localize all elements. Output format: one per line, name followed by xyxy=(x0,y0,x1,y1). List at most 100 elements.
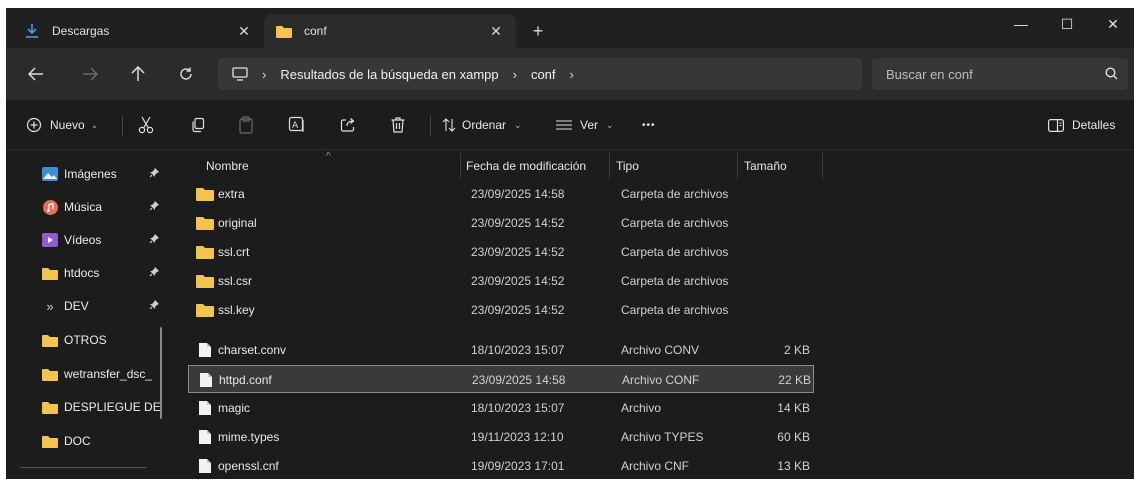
close-window-button[interactable]: ✕ xyxy=(1090,8,1134,40)
sidebar-divider xyxy=(20,467,146,468)
cut-button[interactable] xyxy=(138,113,154,137)
rename-icon: A xyxy=(288,116,304,132)
refresh-icon xyxy=(180,67,192,80)
new-tab-button[interactable]: + xyxy=(528,22,548,40)
file-date: 23/09/2025 14:58 xyxy=(472,373,566,387)
file-name: charset.conv xyxy=(218,343,287,357)
arrow-up-icon xyxy=(131,66,145,81)
navigation-pane: Imágenes Música Vídeos htdocs » DEV OTRO… xyxy=(6,151,172,479)
videos-icon xyxy=(42,233,58,247)
folder-icon xyxy=(196,273,214,289)
file-size xyxy=(744,180,814,208)
file-type: Archivo CONV xyxy=(621,343,700,357)
file-type: Carpeta de archivos xyxy=(621,303,729,317)
file-icon xyxy=(196,400,214,416)
search-input[interactable]: Buscar en conf xyxy=(872,58,1128,90)
tab-bar: Descargas ✕ conf ✕ + — ☐ ✕ xyxy=(6,8,1134,48)
tab-conf[interactable]: conf ✕ xyxy=(264,14,516,48)
sidebar-item-wetransfer[interactable]: wetransfer_dsc_ xyxy=(42,361,164,387)
list-item[interactable]: ssl.key 23/09/2025 14:52 Carpeta de arch… xyxy=(188,296,814,324)
tab-close-button[interactable]: ✕ xyxy=(488,23,504,40)
sort-button[interactable]: Ordenar ⌄ xyxy=(442,113,522,137)
breadcrumb-search-results[interactable]: Resultados de la búsqueda en xampp xyxy=(280,67,498,82)
delete-button[interactable] xyxy=(390,113,406,137)
file-date: 23/09/2025 14:52 xyxy=(471,274,565,288)
search-placeholder: Buscar en conf xyxy=(886,66,973,82)
breadcrumb-conf[interactable]: conf xyxy=(531,67,556,82)
refresh-button[interactable] xyxy=(172,62,200,86)
folder-icon xyxy=(42,266,58,280)
list-item[interactable]: extra 23/09/2025 14:58 Carpeta de archiv… xyxy=(188,180,814,208)
file-size xyxy=(744,267,814,295)
sidebar-item-imagenes[interactable]: Imágenes xyxy=(42,161,164,187)
list-item[interactable]: openssl.cnf 19/09/2023 17:01 Archivo CNF… xyxy=(188,452,814,479)
view-button[interactable]: Ver ⌄ xyxy=(556,113,614,137)
file-date: 19/11/2023 12:10 xyxy=(471,430,564,444)
sidebar-item-dev[interactable]: » DEV xyxy=(42,293,164,319)
column-divider[interactable] xyxy=(822,153,823,179)
maximize-button[interactable]: ☐ xyxy=(1044,8,1090,40)
sidebar-item-label: DESPLIEGUE DE xyxy=(64,400,161,414)
address-field[interactable]: › Resultados de la búsqueda en xampp › c… xyxy=(218,58,862,90)
pin-icon xyxy=(149,266,160,280)
file-date: 19/09/2023 17:01 xyxy=(471,459,565,473)
forward-button[interactable] xyxy=(76,62,104,86)
column-divider[interactable] xyxy=(460,153,461,179)
sidebar-scrollbar[interactable] xyxy=(160,327,162,419)
chevron-right-icon[interactable]: › xyxy=(513,67,517,82)
sidebar-item-musica[interactable]: Música xyxy=(42,194,164,220)
file-type: Carpeta de archivos xyxy=(621,274,729,288)
share-button[interactable] xyxy=(340,113,356,137)
file-name: extra xyxy=(218,187,245,201)
list-item[interactable]: charset.conv 18/10/2023 15:07 Archivo CO… xyxy=(188,336,814,364)
file-name: ssl.csr xyxy=(218,274,252,288)
music-icon xyxy=(42,199,58,215)
sidebar-item-doc[interactable]: DOC xyxy=(42,428,164,454)
file-icon xyxy=(197,372,215,388)
list-item[interactable]: magic 18/10/2023 15:07 Archivo 14 KB xyxy=(188,394,814,422)
list-item[interactable]: ssl.crt 23/09/2025 14:52 Carpeta de arch… xyxy=(188,238,814,266)
minimize-button[interactable]: — xyxy=(998,8,1044,40)
sidebar-item-videos[interactable]: Vídeos xyxy=(42,227,164,253)
sort-label: Ordenar xyxy=(462,118,507,132)
details-button[interactable]: Detalles xyxy=(1048,113,1115,137)
file-icon xyxy=(196,342,214,358)
file-name: ssl.crt xyxy=(218,245,250,259)
sidebar-item-despliegue[interactable]: DESPLIEGUE DE xyxy=(42,394,164,420)
paste-icon xyxy=(239,116,253,134)
sidebar-item-otros[interactable]: OTROS xyxy=(42,327,164,353)
column-divider[interactable] xyxy=(609,153,610,179)
details-pane-icon xyxy=(1048,118,1064,132)
list-item-selected[interactable]: httpd.conf 23/09/2025 14:58 Archivo CONF… xyxy=(188,365,814,393)
folder-icon xyxy=(196,215,214,231)
list-item[interactable]: original 23/09/2025 14:52 Carpeta de arc… xyxy=(188,209,814,237)
rename-button[interactable]: A xyxy=(288,113,306,137)
chevron-right-icon[interactable]: › xyxy=(570,67,574,82)
file-size: 2 KB xyxy=(783,343,810,357)
file-size: 22 KB xyxy=(778,373,811,387)
file-type: Archivo CNF xyxy=(621,459,690,473)
new-button[interactable]: Nuevo ⌄ xyxy=(26,113,98,137)
column-header-name[interactable]: Nombre xyxy=(206,151,249,181)
tab-descargas[interactable]: Descargas ✕ xyxy=(12,14,264,48)
column-header-date[interactable]: Fecha de modificación xyxy=(466,151,586,181)
copy-button[interactable] xyxy=(190,113,206,137)
file-name: httpd.conf xyxy=(219,373,272,387)
up-button[interactable] xyxy=(124,62,152,86)
list-item[interactable]: ssl.csr 23/09/2025 14:52 Carpeta de arch… xyxy=(188,267,814,295)
sidebar-item-label: DOC xyxy=(64,434,91,448)
file-explorer-window: Descargas ✕ conf ✕ + — ☐ ✕ › Resultados … xyxy=(6,8,1134,479)
list-item[interactable]: mime.types 19/11/2023 12:10 Archivo TYPE… xyxy=(188,423,814,451)
more-options-button[interactable]: ••• xyxy=(642,113,656,137)
sidebar-item-htdocs[interactable]: htdocs xyxy=(42,260,164,286)
scissors-icon xyxy=(138,116,154,134)
tab-close-button[interactable]: ✕ xyxy=(236,23,252,40)
back-button[interactable] xyxy=(22,62,50,86)
column-header-size[interactable]: Tamaño xyxy=(744,151,787,181)
column-divider[interactable] xyxy=(737,153,738,179)
column-header-type[interactable]: Tipo xyxy=(616,151,639,181)
folder-icon xyxy=(42,434,58,448)
folder-icon xyxy=(42,367,58,381)
paste-button[interactable] xyxy=(238,113,254,137)
folder-icon xyxy=(196,244,214,260)
